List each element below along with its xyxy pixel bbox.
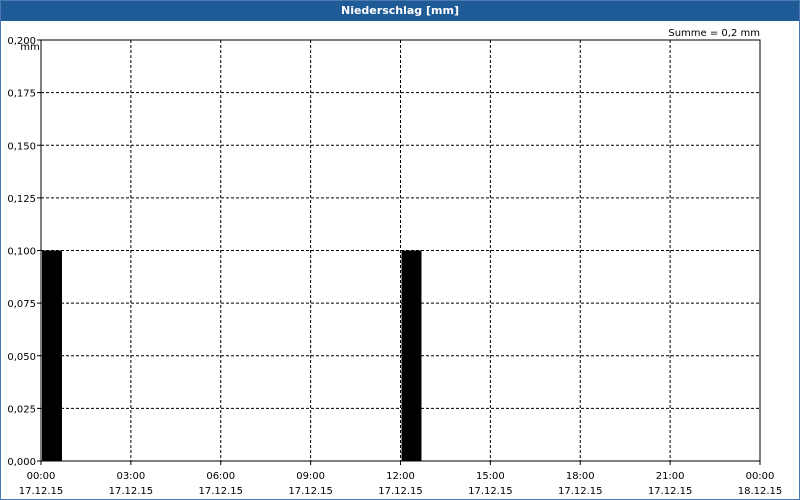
y-tick-label: 0,050	[7, 352, 36, 363]
x-tick-time-label: 12:00	[386, 471, 415, 482]
x-tick-time-label: 03:00	[116, 471, 145, 482]
y-tick-label: 0,000	[7, 457, 36, 468]
x-tick-time-label: 00:00	[27, 471, 56, 482]
x-tick-time-label: 18:00	[566, 471, 595, 482]
x-tick-date-label: 17.12.15	[109, 486, 154, 497]
x-tick-date-label: 17.12.15	[378, 486, 423, 497]
y-tick-label: 0,025	[7, 404, 36, 415]
y-tick-label: 0,125	[7, 194, 36, 205]
x-tick-date-label: 17.12.15	[288, 486, 333, 497]
x-tick-date-label: 17.12.15	[648, 486, 693, 497]
x-tick-time-label: 00:00	[746, 471, 775, 482]
x-tick-date-label: 17.12.15	[19, 486, 64, 497]
precipitation-bar	[401, 250, 422, 461]
x-tick-date-label: 17.12.15	[468, 486, 513, 497]
precipitation-bar	[42, 250, 62, 461]
precipitation-chart: 0,000 0,025 0,050 0,075 0,100 0,125 0,150 0,175…	[7, 28, 783, 497]
sum-label: Summe = 0,2 mm	[668, 28, 760, 39]
y-axis-unit-label: mm	[20, 42, 39, 53]
x-tick-time-label: 21:00	[656, 471, 685, 482]
x-tick-time-label: 15:00	[476, 471, 505, 482]
x-tick-time-label: 06:00	[206, 471, 235, 482]
x-tick-date-label: 17.12.15	[198, 486, 243, 497]
x-tick-date-label: 18.12.15	[738, 486, 783, 497]
y-tick-label: 0,175	[7, 89, 36, 100]
y-tick-label: 0,150	[7, 141, 36, 152]
y-tick-label: 0,100	[7, 247, 36, 258]
x-tick-time-label: 09:00	[296, 471, 325, 482]
x-tick-date-label: 17.12.15	[558, 486, 603, 497]
y-tick-label: 0,075	[7, 299, 36, 310]
